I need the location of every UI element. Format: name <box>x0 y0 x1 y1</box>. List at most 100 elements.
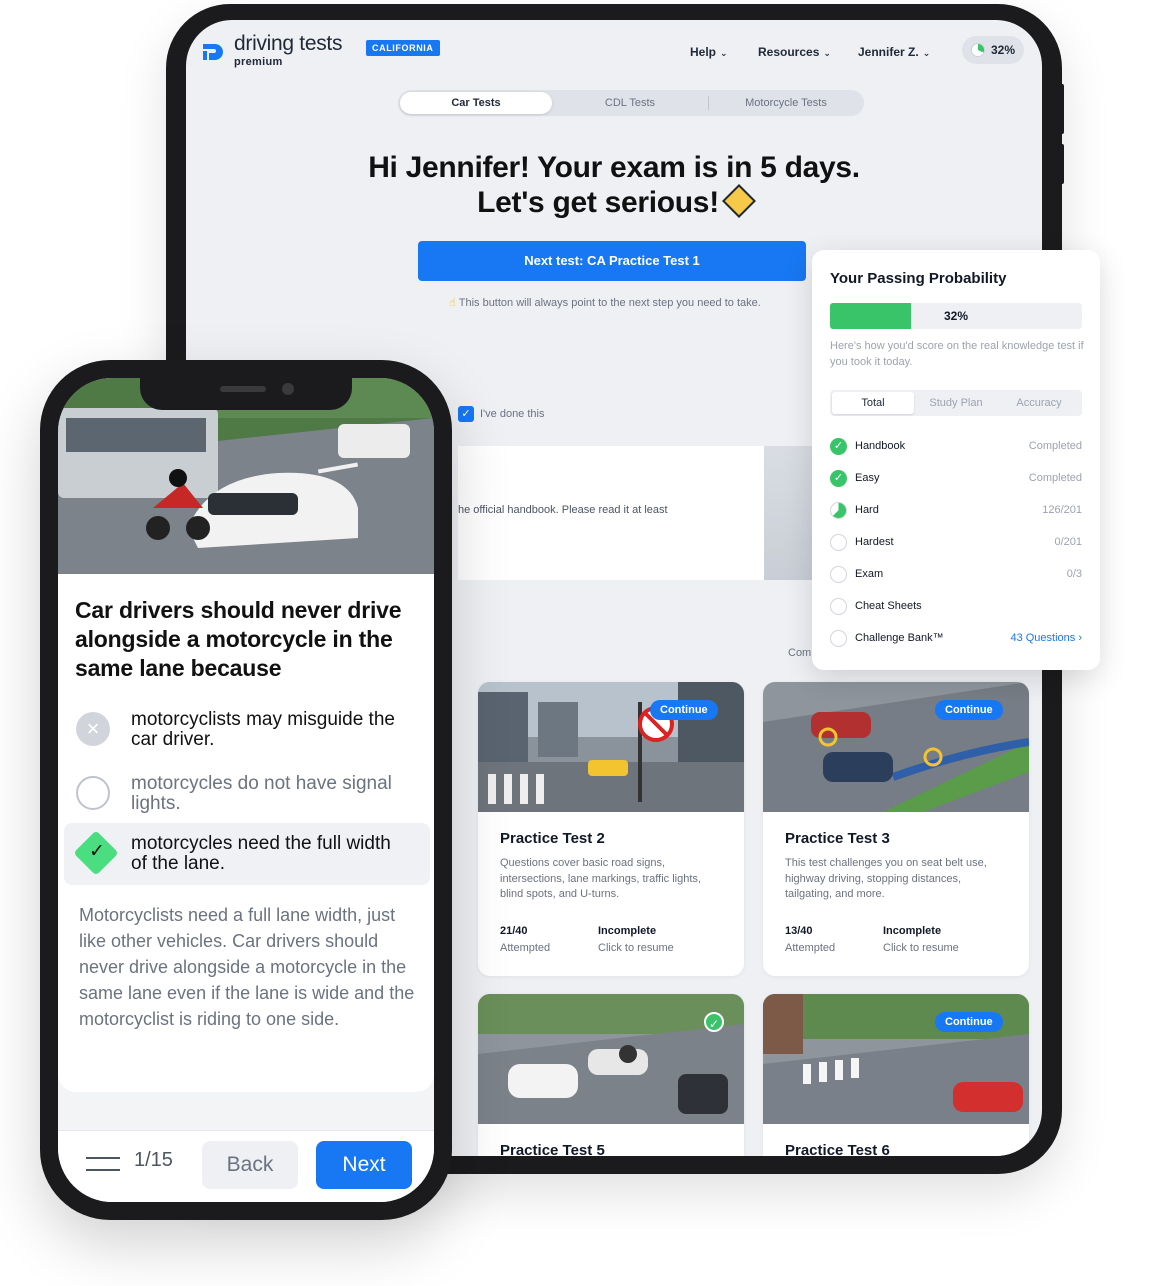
section-label: Com <box>788 647 812 659</box>
nav-user-label: Jennifer Z. <box>858 45 919 59</box>
resume-link[interactable]: Click to resume <box>598 942 674 954</box>
tab-divider <box>708 96 709 110</box>
practice-test-card[interactable]: ✓ Practice Test 5 <box>478 994 744 1156</box>
phone-device: Car drivers should never drive alongside… <box>40 360 452 1220</box>
practice-test-title: Practice Test 2 <box>500 830 605 847</box>
tab-study-plan[interactable]: Study Plan <box>915 392 997 414</box>
question-counter: 1/15 <box>134 1149 173 1171</box>
phone-screen: Car drivers should never drive alongside… <box>58 378 434 1202</box>
tab-cdl-tests[interactable]: CDL Tests <box>554 92 706 114</box>
continue-badge[interactable]: Continue <box>650 700 718 720</box>
resume-link[interactable]: Click to resume <box>883 942 959 954</box>
progress-pill-label: 32% <box>991 43 1016 57</box>
answer-text: motorcycles do not have signal lights. <box>131 773 392 814</box>
study-row-cheat-sheets[interactable]: Cheat Sheets <box>830 597 1082 617</box>
study-row-name: Exam <box>855 568 884 580</box>
answer-explanation: Motorcyclists need a full lane width, ju… <box>79 905 415 1029</box>
pointing-hand-icon: ☝ <box>449 297 456 309</box>
practice-test-description: Questions cover basic road signs, inters… <box>500 857 701 900</box>
practice-test-card[interactable]: Continue Practice Test 3 This test chall… <box>763 682 1029 976</box>
brand-name[interactable]: driving tests <box>234 32 342 56</box>
attempted-label: Attempted <box>500 942 551 954</box>
vehicle-tabs: Car Tests CDL Tests Motorcycle Tests <box>398 90 864 116</box>
probability-description: Here's how you'd score on the real knowl… <box>830 340 1084 368</box>
done-checkbox[interactable]: ✓ <box>458 406 474 422</box>
done-checkbox-row[interactable]: ✓ I've done this <box>458 406 544 422</box>
handbook-image <box>764 446 814 580</box>
study-row-name: Cheat Sheets <box>855 600 922 612</box>
top-nav: driving tests premium CALIFORNIA Help ⌄ R… <box>186 20 1042 84</box>
study-row-easy[interactable]: ✓ Easy Completed <box>830 469 1082 489</box>
tablet-power-button <box>1060 84 1064 134</box>
next-test-hint-text: This button will always point to the nex… <box>458 297 761 309</box>
state-badge[interactable]: CALIFORNIA <box>366 40 440 56</box>
check-circle-icon: ✓ <box>830 470 847 487</box>
challenge-bank-link[interactable]: 43 Questions › <box>1010 632 1082 644</box>
empty-circle-icon <box>830 534 847 551</box>
study-row-name: Easy <box>855 472 880 484</box>
answer-text: motorcycles need the full width of the l… <box>131 833 391 874</box>
tab-car-tests[interactable]: Car Tests <box>400 92 552 114</box>
speaker-grille <box>220 386 266 392</box>
partial-progress-icon <box>830 502 847 519</box>
status-value: Incomplete <box>598 925 657 937</box>
chevron-down-icon: ⌄ <box>720 48 728 58</box>
study-row-exam[interactable]: Exam 0/3 <box>830 565 1082 585</box>
question-card: Car drivers should never drive alongside… <box>58 574 434 1092</box>
continue-badge[interactable]: Continue <box>935 1012 1003 1032</box>
study-row-hard[interactable]: Hard 126/201 <box>830 501 1082 521</box>
study-row-value: 0/3 <box>1066 568 1082 580</box>
tab-accuracy[interactable]: Accuracy <box>998 392 1080 414</box>
nav-resources-label: Resources <box>758 45 820 59</box>
nav-resources[interactable]: Resources ⌄ <box>758 45 831 59</box>
nav-user-menu[interactable]: Jennifer Z. ⌄ <box>858 45 930 59</box>
next-button[interactable]: Next <box>316 1141 412 1189</box>
study-row-value: Completed <box>1028 472 1082 484</box>
answer-text: motorcyclists may misguide the car drive… <box>131 709 395 750</box>
practice-test-card[interactable]: Continue Practice Test 2 Questions cover… <box>478 682 744 976</box>
study-row-value: Completed <box>1028 440 1082 452</box>
chevron-down-icon: ⌄ <box>922 48 931 58</box>
menu-icon[interactable] <box>86 1155 120 1173</box>
practice-test-5-image <box>478 994 744 1124</box>
nav-help-label: Help <box>690 45 717 59</box>
attempted-label: Attempted <box>785 942 836 954</box>
probability-percent: 32% <box>943 309 969 323</box>
study-row-hardest[interactable]: Hardest 0/201 <box>830 533 1082 553</box>
empty-circle-icon <box>830 598 847 615</box>
tab-total[interactable]: Total <box>832 392 914 414</box>
check-icon: ✓ <box>89 841 105 862</box>
study-row-name: Challenge Bank™ <box>855 632 944 644</box>
completed-check-icon: ✓ <box>704 1012 724 1032</box>
attempted-value: 13/40 <box>785 925 813 937</box>
nav-help[interactable]: Help ⌄ <box>690 45 728 59</box>
back-button[interactable]: Back <box>202 1141 298 1189</box>
practice-test-title: Practice Test 5 <box>500 1142 605 1156</box>
empty-circle-icon <box>830 566 847 583</box>
answer-option-correct[interactable]: ✓ motorcycles need the full width of the… <box>64 823 430 885</box>
progress-ring-icon <box>971 43 985 57</box>
school-crossing-sign-icon <box>721 184 756 219</box>
progress-pill[interactable]: 32% <box>962 36 1024 64</box>
continue-badge[interactable]: Continue <box>935 700 1003 720</box>
study-row-name: Handbook <box>855 440 906 452</box>
next-test-button[interactable]: Next test: CA Practice Test 1 <box>418 241 806 281</box>
probability-title: Your Passing Probability <box>830 270 1007 287</box>
stage: driving tests premium CALIFORNIA Help ⌄ R… <box>0 0 1163 1286</box>
practice-test-title: Practice Test 6 <box>785 1142 890 1156</box>
question-text: Car drivers should never drive alongside… <box>75 597 402 681</box>
practice-test-description: This test challenges you on seat belt us… <box>785 857 987 900</box>
greeting-heading: Hi Jennifer! Your exam is in 5 days. Let… <box>186 150 1042 220</box>
study-row-name: Hard <box>855 504 879 516</box>
study-row-challenge-bank[interactable]: Challenge Bank™ 43 Questions › <box>830 629 1082 649</box>
handbook-card[interactable]: he official handbook. Please read it at … <box>458 446 764 580</box>
attempted-value: 21/40 <box>500 925 528 937</box>
practice-test-card[interactable]: Continue Practice Test 6 <box>763 994 1029 1156</box>
practice-test-title: Practice Test 3 <box>785 830 890 847</box>
tab-motorcycle-tests[interactable]: Motorcycle Tests <box>710 92 862 114</box>
check-circle-icon: ✓ <box>830 438 847 455</box>
done-checkbox-label: I've done this <box>480 407 545 420</box>
empty-circle-icon <box>830 630 847 647</box>
close-icon: × <box>76 712 110 746</box>
study-row-handbook[interactable]: ✓ Handbook Completed <box>830 437 1082 457</box>
